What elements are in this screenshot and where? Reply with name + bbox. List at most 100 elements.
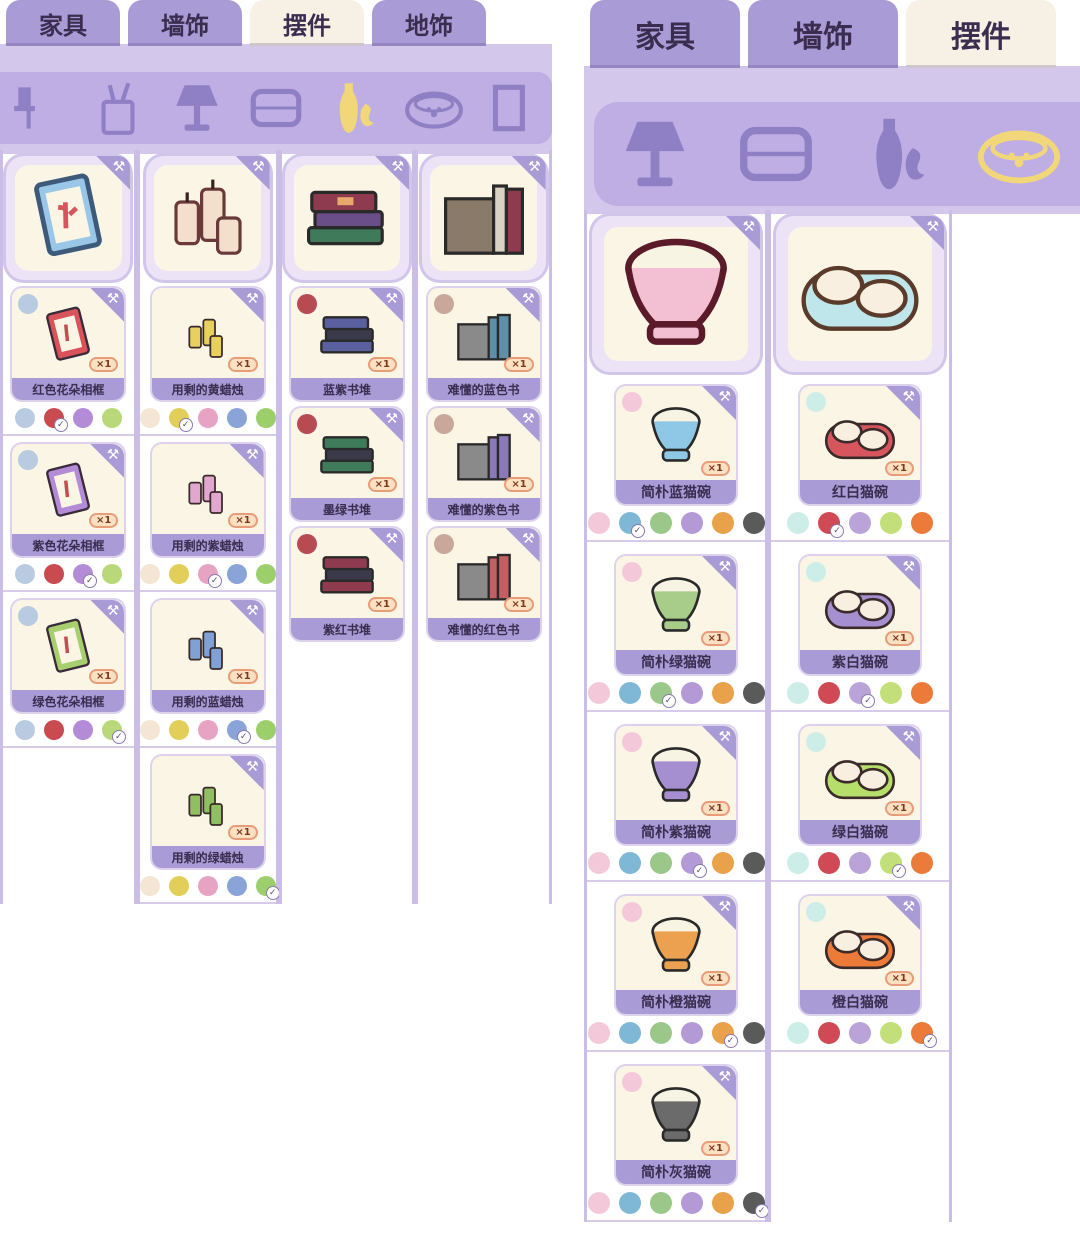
- color-swatch[interactable]: [742, 1192, 769, 1218]
- color-swatch[interactable]: [226, 564, 247, 584]
- inventory-item[interactable]: ⚒ ×1 简朴橙猫碗: [616, 896, 736, 1014]
- color-swatch[interactable]: [911, 682, 933, 704]
- lamp-icon[interactable]: [609, 108, 701, 200]
- color-swatch[interactable]: [911, 852, 933, 874]
- color-swatch[interactable]: [680, 1192, 703, 1214]
- set-card[interactable]: ⚒: [6, 156, 131, 280]
- tab-1[interactable]: 墙饰: [128, 0, 242, 46]
- inventory-item[interactable]: ⚒ ×1 绿白猫碗: [800, 726, 920, 844]
- color-swatch[interactable]: [880, 1022, 902, 1044]
- color-swatch[interactable]: [197, 720, 218, 740]
- tab-3[interactable]: 地饰: [372, 0, 486, 46]
- pet-bowl-icon[interactable]: [401, 75, 467, 141]
- set-card[interactable]: ⚒: [592, 216, 760, 372]
- color-swatch[interactable]: [680, 682, 703, 704]
- color-swatch[interactable]: [618, 852, 641, 874]
- tab-0[interactable]: 家具: [6, 0, 120, 46]
- color-swatch[interactable]: [43, 720, 64, 740]
- inventory-item[interactable]: ⚒ ×1 难懂的蓝色书: [427, 288, 540, 400]
- color-swatch[interactable]: [742, 512, 765, 534]
- color-swatch[interactable]: [849, 1022, 871, 1044]
- color-swatch[interactable]: [787, 852, 809, 874]
- color-swatch[interactable]: [43, 564, 64, 584]
- cup-icon[interactable]: [479, 75, 545, 141]
- color-swatch[interactable]: [43, 408, 68, 432]
- color-swatch[interactable]: [14, 564, 35, 584]
- color-swatch[interactable]: [101, 720, 126, 744]
- color-swatch[interactable]: [711, 512, 734, 534]
- color-swatch[interactable]: [680, 1022, 703, 1044]
- color-swatch[interactable]: [618, 1192, 641, 1214]
- inventory-item[interactable]: ⚒ ×1 红色花朵相框: [12, 288, 125, 400]
- inventory-item[interactable]: ⚒ ×1 用剩的绿蜡烛: [151, 756, 264, 868]
- color-swatch[interactable]: [255, 720, 276, 740]
- inventory-item[interactable]: ⚒ ×1 简朴紫猫碗: [616, 726, 736, 844]
- color-swatch[interactable]: [168, 564, 189, 584]
- color-swatch[interactable]: [72, 408, 93, 428]
- color-swatch[interactable]: [14, 720, 35, 740]
- color-swatch[interactable]: [226, 408, 247, 428]
- color-swatch[interactable]: [139, 408, 160, 428]
- color-swatch[interactable]: [787, 512, 809, 534]
- color-swatch[interactable]: [72, 720, 93, 740]
- color-swatch[interactable]: [618, 682, 641, 704]
- color-swatch[interactable]: [818, 512, 844, 538]
- color-swatch[interactable]: [649, 512, 672, 534]
- tab-2[interactable]: 摆件: [250, 0, 364, 46]
- inventory-item[interactable]: ⚒ ×1 紫色花朵相框: [12, 444, 125, 556]
- color-swatch[interactable]: [787, 682, 809, 704]
- color-swatch[interactable]: [680, 512, 703, 534]
- vase-icon[interactable]: [322, 75, 388, 141]
- inventory-item[interactable]: ⚒ ×1 简朴灰猫碗: [616, 1066, 736, 1184]
- inventory-item[interactable]: ⚒ ×1 难懂的红色书: [427, 528, 540, 640]
- inventory-item[interactable]: ⚒ ×1 用剩的蓝蜡烛: [151, 600, 264, 712]
- set-card[interactable]: ⚒: [145, 156, 270, 280]
- color-swatch[interactable]: [255, 564, 276, 584]
- inventory-item[interactable]: ⚒ ×1 墨绿书堆: [291, 408, 403, 520]
- color-swatch[interactable]: [818, 1022, 840, 1044]
- pen-holder-icon[interactable]: [85, 75, 151, 141]
- color-swatch[interactable]: [168, 720, 189, 740]
- color-swatch[interactable]: [880, 512, 902, 534]
- inventory-item[interactable]: ⚒ ×1 橙白猫碗: [800, 896, 920, 1014]
- pillow-icon[interactable]: [730, 108, 822, 200]
- color-swatch[interactable]: [880, 682, 902, 704]
- color-swatch[interactable]: [711, 1192, 734, 1214]
- color-swatch[interactable]: [711, 1022, 738, 1048]
- color-swatch[interactable]: [139, 564, 160, 584]
- pet-bowl-icon[interactable]: [973, 108, 1065, 200]
- color-swatch[interactable]: [711, 852, 734, 874]
- color-swatch[interactable]: [680, 852, 707, 878]
- inventory-item[interactable]: ⚒ ×1 简朴绿猫碗: [616, 556, 736, 674]
- color-swatch[interactable]: [101, 564, 122, 584]
- color-swatch[interactable]: [226, 720, 251, 744]
- color-swatch[interactable]: [139, 720, 160, 740]
- tab-2[interactable]: 摆件: [906, 0, 1056, 68]
- color-swatch[interactable]: [742, 1022, 765, 1044]
- tab-0[interactable]: 家具: [590, 0, 740, 68]
- color-swatch[interactable]: [911, 1022, 937, 1048]
- color-swatch[interactable]: [197, 876, 218, 896]
- color-swatch[interactable]: [818, 682, 840, 704]
- inventory-item[interactable]: ⚒ ×1 绿色花朵相框: [12, 600, 125, 712]
- inventory-item[interactable]: ⚒ ×1 简朴蓝猫碗: [616, 386, 736, 504]
- color-swatch[interactable]: [849, 512, 871, 534]
- color-swatch[interactable]: [787, 1022, 809, 1044]
- inventory-item[interactable]: ⚒ ×1 蓝紫书堆: [291, 288, 403, 400]
- color-swatch[interactable]: [139, 876, 160, 896]
- inventory-item[interactable]: ⚒ ×1 紫红书堆: [291, 528, 403, 640]
- inventory-item[interactable]: ⚒ ×1 用剩的黄蜡烛: [151, 288, 264, 400]
- pillow-icon[interactable]: [243, 75, 309, 141]
- color-swatch[interactable]: [618, 512, 645, 538]
- color-swatch[interactable]: [587, 1192, 610, 1214]
- inventory-item[interactable]: ⚒ ×1 用剩的紫蜡烛: [151, 444, 264, 556]
- chair-icon[interactable]: [6, 75, 72, 141]
- color-swatch[interactable]: [255, 876, 280, 900]
- color-swatch[interactable]: [168, 876, 189, 896]
- color-swatch[interactable]: [14, 408, 35, 428]
- tab-1[interactable]: 墙饰: [748, 0, 898, 68]
- color-swatch[interactable]: [618, 1022, 641, 1044]
- color-swatch[interactable]: [849, 852, 871, 874]
- color-swatch[interactable]: [849, 682, 875, 708]
- color-swatch[interactable]: [711, 682, 734, 704]
